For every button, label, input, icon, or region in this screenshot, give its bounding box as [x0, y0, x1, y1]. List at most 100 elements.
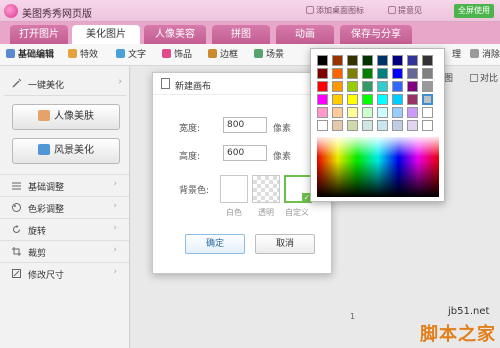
add-desktop-link[interactable]: 添加桌面图标 — [306, 5, 364, 16]
tool-effects[interactable]: 特效 — [68, 48, 98, 62]
left-sidebar: 一键美化 › 人像美肤 风景美化 基础调整 › 色彩调整 › 旋转 › 裁剪 › 修改尺… — [0, 66, 130, 348]
color-swatch[interactable] — [407, 68, 418, 79]
scenery-beautify-button[interactable]: 风景美化 — [12, 138, 120, 164]
color-swatch[interactable] — [392, 81, 403, 92]
color-swatch[interactable] — [377, 81, 388, 92]
color-swatch[interactable] — [407, 55, 418, 66]
color-swatch[interactable] — [317, 120, 328, 131]
resize-icon — [12, 269, 21, 278]
watermark-name: 脚本之家 — [420, 324, 496, 345]
color-swatch[interactable] — [392, 94, 403, 105]
tab-open-image[interactable]: 打开图片 — [10, 25, 68, 44]
color-swatch[interactable] — [347, 55, 358, 66]
crop-icon — [12, 247, 21, 256]
color-swatch[interactable] — [422, 55, 433, 66]
sidebar-item-basic-adjust[interactable]: 基础调整 › — [0, 174, 129, 196]
color-swatch[interactable] — [377, 55, 388, 66]
color-swatch[interactable] — [317, 94, 328, 105]
color-swatch[interactable] — [362, 55, 373, 66]
main-tabbar: 打开图片 美化图片 人像美容 拼图 动画 保存与分享 — [0, 22, 500, 44]
one-click-beautify-header[interactable]: 一键美化 › — [4, 72, 126, 96]
color-swatch[interactable] — [407, 81, 418, 92]
custom-swatch[interactable]: ✓ — [284, 175, 312, 203]
color-swatch[interactable] — [347, 68, 358, 79]
right-tool-compare[interactable]: 对比 — [470, 71, 498, 84]
ok-button[interactable]: 确定 — [185, 234, 245, 254]
tool-basic-edit[interactable]: 基础编辑 — [6, 48, 54, 62]
color-swatch[interactable] — [377, 68, 388, 79]
color-swatch[interactable] — [407, 107, 418, 118]
tab-portrait[interactable]: 人像美容 — [144, 25, 206, 44]
sliders-icon — [12, 182, 21, 190]
color-swatch[interactable] — [362, 94, 373, 105]
color-swatch[interactable] — [362, 120, 373, 131]
color-swatch[interactable] — [377, 107, 388, 118]
rotate-icon — [13, 225, 20, 233]
chevron-right-icon: › — [113, 223, 117, 233]
color-swatch[interactable] — [422, 68, 433, 79]
compare-icon — [470, 74, 478, 82]
color-swatch[interactable] — [347, 81, 358, 92]
color-swatch[interactable] — [362, 107, 373, 118]
color-swatch[interactable] — [332, 120, 343, 131]
tool-ornament[interactable]: 饰品 — [162, 48, 192, 62]
color-swatch[interactable] — [392, 107, 403, 118]
color-swatch[interactable] — [347, 120, 358, 131]
background-color-label: 背景色: — [179, 186, 210, 196]
full-screen-button[interactable]: 全屏使用 — [454, 4, 494, 18]
color-swatch[interactable] — [407, 120, 418, 131]
sidebar-item-color-adjust[interactable]: 色彩调整 › — [0, 196, 129, 218]
feedback-link[interactable]: 提意见 — [388, 5, 422, 16]
sparkle-icon — [68, 49, 77, 58]
color-swatch[interactable] — [377, 94, 388, 105]
height-field[interactable] — [223, 145, 267, 161]
tab-save-share[interactable]: 保存与分享 — [340, 25, 412, 44]
white-swatch[interactable] — [220, 175, 248, 203]
color-swatch[interactable] — [392, 55, 403, 66]
face-icon — [38, 110, 50, 121]
color-swatch[interactable] — [422, 120, 433, 131]
tab-collage[interactable]: 拼图 — [212, 25, 270, 44]
portrait-skin-button[interactable]: 人像美肤 — [12, 104, 120, 130]
sidebar-item-rotate[interactable]: 旋转 › — [0, 218, 129, 240]
zoom-value: 1 — [350, 312, 356, 321]
chevron-right-icon: › — [113, 267, 117, 277]
color-swatch[interactable] — [362, 68, 373, 79]
color-swatch[interactable] — [332, 94, 343, 105]
magic-wand-icon — [12, 78, 22, 88]
color-swatch[interactable] — [422, 81, 433, 92]
chevron-right-icon: › — [113, 179, 117, 189]
tool-process[interactable]: 理 — [452, 48, 461, 62]
color-swatch[interactable] — [422, 94, 433, 105]
tool-erase[interactable]: 消除 — [470, 48, 500, 62]
tab-animation[interactable]: 动画 — [276, 25, 334, 44]
color-swatch[interactable] — [347, 107, 358, 118]
tab-beautify[interactable]: 美化图片 — [72, 25, 140, 44]
color-swatch[interactable] — [317, 81, 328, 92]
tool-frame[interactable]: 边框 — [208, 48, 238, 62]
transparent-swatch[interactable] — [252, 175, 280, 203]
color-swatch[interactable] — [347, 94, 358, 105]
tool-scene[interactable]: 场景 — [254, 48, 284, 62]
color-swatch[interactable] — [317, 68, 328, 79]
color-swatch[interactable] — [392, 68, 403, 79]
tool-text[interactable]: 文字 — [116, 48, 146, 62]
color-swatch[interactable] — [317, 107, 328, 118]
right-tool-image[interactable]: 图 — [444, 71, 453, 84]
color-swatch[interactable] — [362, 81, 373, 92]
sidebar-item-resize[interactable]: 修改尺寸 › — [0, 262, 129, 284]
width-unit: 像素 — [273, 124, 292, 134]
color-swatch[interactable] — [317, 55, 328, 66]
color-swatch[interactable] — [332, 107, 343, 118]
color-swatch[interactable] — [332, 81, 343, 92]
sidebar-item-crop[interactable]: 裁剪 › — [0, 240, 129, 262]
color-swatch[interactable] — [377, 120, 388, 131]
color-swatch[interactable] — [422, 107, 433, 118]
chevron-right-icon: › — [118, 77, 122, 87]
color-swatch[interactable] — [392, 120, 403, 131]
width-field[interactable] — [223, 117, 267, 133]
color-swatch[interactable] — [332, 68, 343, 79]
color-swatch[interactable] — [332, 55, 343, 66]
color-swatch[interactable] — [407, 94, 418, 105]
cancel-button[interactable]: 取消 — [255, 234, 315, 254]
